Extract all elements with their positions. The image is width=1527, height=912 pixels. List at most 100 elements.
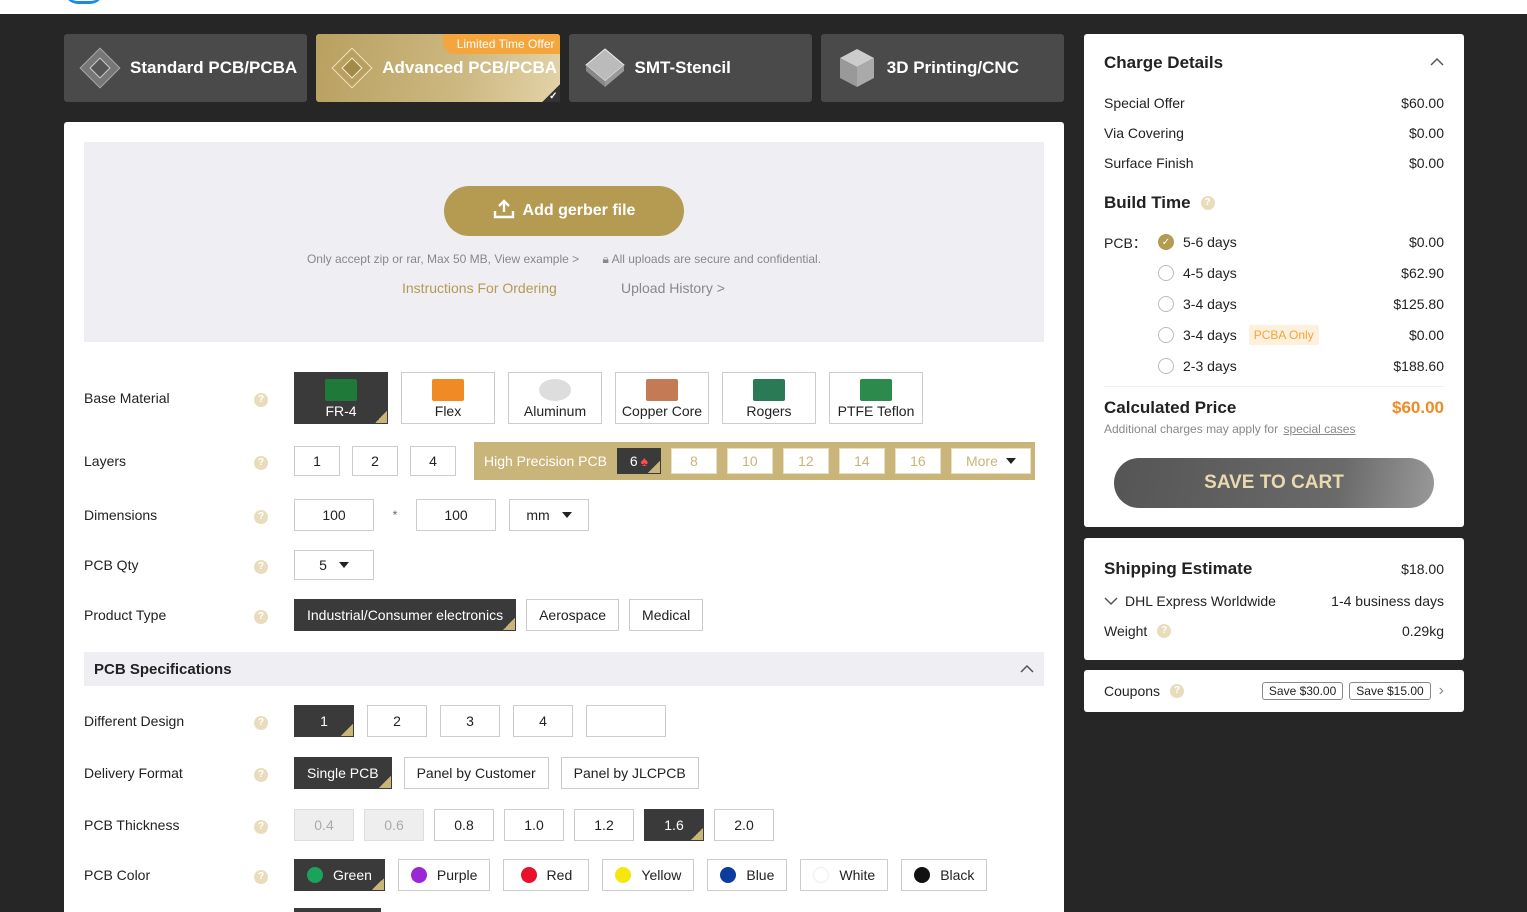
layer-option[interactable]: 12 (782, 448, 829, 474)
help-icon[interactable]: ? (254, 393, 268, 407)
layer-option[interactable]: 4 (410, 446, 456, 476)
product-type-medical[interactable]: Medical (629, 599, 704, 631)
row-pcb-qty: PCB Qty ? 5 (84, 545, 1044, 585)
add-gerber-button[interactable]: Add gerber file (444, 186, 684, 236)
product-type-industrial[interactable]: Industrial/Consumer electronics (294, 599, 517, 631)
layer-option[interactable]: 8 (670, 448, 717, 474)
charge-label: Via Covering (1104, 125, 1184, 141)
color-green[interactable]: Green (294, 859, 385, 891)
tab-standard-pcb[interactable]: Standard PCB/PCBA (64, 34, 308, 102)
help-icon[interactable]: ? (1157, 624, 1172, 638)
more-layers-dropdown[interactable]: More (950, 448, 1031, 474)
width-input[interactable]: 100 (294, 499, 374, 531)
charge-title: Charge Details (1104, 53, 1224, 72)
design-option[interactable]: 1 (294, 705, 354, 737)
pcba-only-badge: PCBA Only (1248, 325, 1319, 345)
build-option[interactable]: 4-5 days $62.90 (1158, 264, 1444, 282)
thickness-option[interactable]: 0.8 (434, 809, 494, 841)
pcb-specifications-header[interactable]: PCB Specifications (84, 652, 1044, 686)
coupons-card[interactable]: Coupons? Save $30.00 Save $15.00 › (1084, 670, 1464, 712)
color-red[interactable]: Red (503, 859, 590, 891)
product-type-aerospace[interactable]: Aerospace (526, 599, 620, 631)
tab-advanced-pcb[interactable]: Advanced PCB/PCBA Limited Time Offer (316, 34, 560, 102)
radio-icon[interactable] (1158, 327, 1174, 343)
color-blue[interactable]: Blue (707, 859, 788, 891)
next-option-selected[interactable] (294, 908, 381, 912)
layer-option[interactable]: 16 (894, 448, 941, 474)
unit-select[interactable]: mm (509, 499, 589, 531)
dimensions-label: Dimensions (84, 507, 158, 523)
design-custom-input[interactable] (586, 705, 666, 737)
coupons-label: Coupons (1104, 683, 1161, 699)
material-fr4[interactable]: FR-4 (294, 372, 388, 424)
row-delivery-format: Delivery Format ? Single PCB Panel by Cu… (84, 753, 1044, 793)
tab-3d-printing[interactable]: 3D Printing/CNC (820, 34, 1064, 102)
coupon-tag[interactable]: Save $15.00 (1349, 682, 1431, 700)
thickness-option[interactable]: 2.0 (714, 809, 774, 841)
coupon-tag[interactable]: Save $30.00 (1261, 682, 1344, 700)
material-label: PTFE Teflon (837, 403, 915, 419)
row-pcb-color: PCB Color ? Green Purple Red Yellow Blue… (84, 855, 1044, 895)
thickness-option: 0.6 (364, 809, 424, 841)
thickness-option[interactable]: 1.2 (574, 809, 634, 841)
layer-option[interactable]: 2 (352, 446, 398, 476)
chevron-right-icon[interactable]: › (1439, 682, 1444, 700)
thickness-option-selected[interactable]: 1.6 (644, 809, 704, 841)
design-option[interactable]: 4 (513, 705, 573, 737)
height-input[interactable]: 100 (416, 499, 496, 531)
upload-history-link[interactable]: Upload History > (621, 280, 725, 296)
help-icon[interactable]: ? (254, 870, 268, 884)
save-to-cart-button[interactable]: SAVE TO CART (1114, 458, 1434, 508)
material-label: Copper Core (621, 403, 703, 419)
layer-option[interactable]: 14 (838, 448, 885, 474)
help-icon[interactable]: ? (254, 560, 268, 574)
layer-option-selected[interactable]: 6 ♠︎ (616, 448, 661, 474)
layer-option[interactable]: 1 (294, 446, 340, 476)
design-option[interactable]: 2 (367, 705, 427, 737)
chevron-up-icon[interactable] (1430, 54, 1444, 72)
radio-icon[interactable] (1158, 265, 1174, 281)
color-purple[interactable]: Purple (397, 859, 491, 891)
delivery-single-pcb[interactable]: Single PCB (294, 757, 392, 789)
color-yellow[interactable]: Yellow (602, 859, 695, 891)
tab-smt-stencil[interactable]: SMT-Stencil (568, 34, 812, 102)
build-option[interactable]: 2-3 days $188.60 (1158, 357, 1444, 375)
radio-icon[interactable] (1158, 296, 1174, 312)
material-aluminum[interactable]: Aluminum (508, 372, 602, 424)
logo[interactable] (64, 0, 104, 4)
pcb-chip-icon (76, 44, 124, 92)
shipping-method-row[interactable]: DHL Express Worldwide 1-4 business days (1104, 593, 1444, 609)
color-black[interactable]: Black (901, 859, 988, 891)
delivery-panel-customer[interactable]: Panel by Customer (403, 757, 549, 789)
radio-checked-icon[interactable]: ✓ (1158, 234, 1174, 250)
help-icon[interactable]: ? (254, 610, 268, 624)
material-ptfe[interactable]: PTFE Teflon (829, 372, 923, 424)
radio-icon[interactable] (1158, 358, 1174, 374)
material-copper-core[interactable]: Copper Core (615, 372, 709, 424)
purple-swatch (410, 867, 427, 883)
flex-board-icon (432, 379, 464, 401)
build-option[interactable]: 3-4 days $125.80 (1158, 295, 1444, 313)
material-rogers[interactable]: Rogers (722, 372, 816, 424)
upload-format-note[interactable]: Only accept zip or rar, Max 50 MB, View … (307, 252, 579, 266)
build-option[interactable]: 3-4 days PCBA Only $0.00 (1158, 325, 1444, 345)
delivery-panel-jlcpcb[interactable]: Panel by JLCPCB (560, 757, 699, 789)
build-option[interactable]: ✓ 5-6 days $0.00 (1158, 233, 1444, 251)
help-icon[interactable]: ? (1200, 196, 1215, 210)
help-icon[interactable]: ? (254, 456, 268, 470)
color-white[interactable]: White (800, 859, 889, 891)
help-icon[interactable]: ? (254, 820, 268, 834)
layer-option[interactable]: 10 (726, 448, 773, 474)
help-icon[interactable]: ? (254, 716, 268, 730)
help-icon[interactable]: ? (254, 768, 268, 782)
instructions-link[interactable]: Instructions For Ordering (402, 280, 557, 296)
help-icon[interactable]: ? (1170, 684, 1185, 698)
thickness-option[interactable]: 1.0 (504, 809, 564, 841)
color-name: Purple (436, 867, 478, 883)
qty-select[interactable]: 5 (294, 550, 374, 580)
special-cases-link[interactable]: special cases (1283, 422, 1355, 436)
design-option[interactable]: 3 (440, 705, 500, 737)
material-flex[interactable]: Flex (401, 372, 495, 424)
help-icon[interactable]: ? (254, 510, 268, 524)
cube-3d-icon (833, 44, 881, 92)
